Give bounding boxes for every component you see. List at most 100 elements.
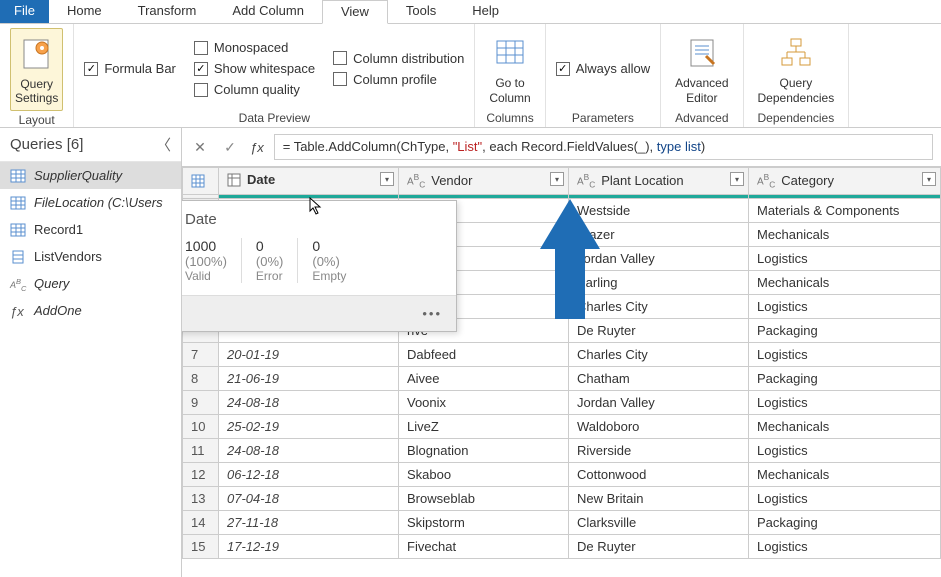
cell-plant-location[interactable]: New Britain (569, 486, 749, 510)
cell-plant-location[interactable]: Frazer (569, 222, 749, 246)
menu-tools[interactable]: Tools (388, 0, 454, 23)
query-item-listvendors[interactable]: ListVendors (0, 243, 181, 270)
cell-category[interactable]: Logistics (749, 390, 941, 414)
cell-date[interactable]: 06-12-18 (219, 462, 399, 486)
formula-input[interactable]: = Table.AddColumn(ChType, "List", each R… (274, 134, 933, 160)
check-formula-bar[interactable]: ✓ Formula Bar (84, 61, 176, 76)
cell-category[interactable]: Materials & Components (749, 198, 941, 222)
column-header-category[interactable]: ABC Category ▾ (749, 168, 941, 195)
column-header-date[interactable]: Date ▾ (219, 168, 399, 195)
filter-dropdown-icon[interactable]: ▾ (730, 172, 744, 186)
cell-date[interactable]: 24-08-18 (219, 438, 399, 462)
table-row[interactable]: 1025-02-19LiveZWaldoboroMechanicals (183, 414, 941, 438)
table-row[interactable]: 1307-04-18BrowseblabNew BritainLogistics (183, 486, 941, 510)
cell-vendor[interactable]: Dabfeed (399, 342, 569, 366)
cell-plant-location[interactable]: Cottonwood (569, 462, 749, 486)
cell-plant-location[interactable]: Riverside (569, 438, 749, 462)
table-row[interactable]: 720-01-19DabfeedCharles CityLogistics (183, 342, 941, 366)
cell-date[interactable]: 27-11-18 (219, 510, 399, 534)
cell-plant-location[interactable]: Jordan Valley (569, 246, 749, 270)
cell-plant-location[interactable]: Westside (569, 198, 749, 222)
query-item-supplierquality[interactable]: SupplierQuality (0, 162, 181, 189)
cell-category[interactable]: Logistics (749, 342, 941, 366)
cell-vendor[interactable]: Browseblab (399, 486, 569, 510)
cell-date[interactable]: 24-08-18 (219, 390, 399, 414)
advanced-editor-button[interactable]: Advanced Editor (671, 30, 732, 107)
check-column-distribution[interactable]: Column distribution (333, 51, 464, 66)
cell-vendor[interactable]: Voonix (399, 390, 569, 414)
cell-category[interactable]: Mechanicals (749, 462, 941, 486)
cell-vendor[interactable]: Skipstorm (399, 510, 569, 534)
cell-category[interactable]: Packaging (749, 366, 941, 390)
table-row[interactable]: 924-08-18VoonixJordan ValleyLogistics (183, 390, 941, 414)
cell-date[interactable]: 25-02-19 (219, 414, 399, 438)
goto-column-button[interactable]: Go to Column (485, 30, 534, 107)
table-row[interactable]: 1517-12-19FivechatDe RuyterLogistics (183, 534, 941, 558)
check-column-profile[interactable]: Column profile (333, 72, 464, 87)
cell-vendor[interactable]: Fivechat (399, 534, 569, 558)
cell-category[interactable]: Packaging (749, 510, 941, 534)
cell-date[interactable]: 17-12-19 (219, 534, 399, 558)
cell-category[interactable]: Logistics (749, 438, 941, 462)
accept-formula-icon[interactable]: ✓ (220, 139, 240, 156)
cell-category[interactable]: Logistics (749, 486, 941, 510)
formula-text: type list (657, 139, 701, 154)
menu-help[interactable]: Help (454, 0, 517, 23)
filter-dropdown-icon[interactable]: ▾ (380, 172, 394, 186)
table-row[interactable]: 1124-08-18BlognationRiversideLogistics (183, 438, 941, 462)
query-item-query[interactable]: ABCQuery (0, 270, 181, 297)
cell-category[interactable]: Mechanicals (749, 270, 941, 294)
table-row[interactable]: 1206-12-18SkabooCottonwoodMechanicals (183, 462, 941, 486)
ribbon-group-layout: Query Settings Layout (0, 24, 74, 127)
cancel-formula-icon[interactable]: ✕ (190, 139, 210, 156)
cell-plant-location[interactable]: Chatham (569, 366, 749, 390)
cell-category[interactable]: Mechanicals (749, 222, 941, 246)
row-header-corner[interactable] (183, 168, 219, 195)
filter-dropdown-icon[interactable]: ▾ (550, 172, 564, 186)
query-item-addone[interactable]: ƒxAddOne (0, 297, 181, 324)
cell-plant-location[interactable]: Barling (569, 270, 749, 294)
query-settings-button[interactable]: Query Settings (10, 28, 63, 111)
cell-category[interactable]: Mechanicals (749, 414, 941, 438)
cell-plant-location[interactable]: Charles City (569, 294, 749, 318)
check-monospaced[interactable]: Monospaced (194, 40, 315, 55)
cell-date[interactable]: 07-04-18 (219, 486, 399, 510)
cell-date[interactable]: 20-01-19 (219, 342, 399, 366)
cell-vendor[interactable]: Blognation (399, 438, 569, 462)
popover-more-button[interactable]: ••• (182, 295, 456, 331)
column-header-vendor[interactable]: ABC Vendor ▾ (399, 168, 569, 195)
query-item-filelocation-c-users[interactable]: FileLocation (C:\Users (0, 189, 181, 216)
cell-category[interactable]: Logistics (749, 534, 941, 558)
cell-vendor[interactable]: Skaboo (399, 462, 569, 486)
cell-plant-location[interactable]: Clarksville (569, 510, 749, 534)
cell-category[interactable]: Logistics (749, 246, 941, 270)
cell-plant-location[interactable]: Waldoboro (569, 414, 749, 438)
table-row[interactable]: 1427-11-18SkipstormClarksvillePackaging (183, 510, 941, 534)
cell-plant-location[interactable]: De Ruyter (569, 318, 749, 342)
cell-plant-location[interactable]: Charles City (569, 342, 749, 366)
menu-view[interactable]: View (322, 0, 388, 24)
cell-category[interactable]: Logistics (749, 294, 941, 318)
query-item-record1[interactable]: Record1 (0, 216, 181, 243)
cell-vendor[interactable]: LiveZ (399, 414, 569, 438)
cell-date[interactable]: 21-06-19 (219, 366, 399, 390)
query-dependencies-button[interactable]: Query Dependencies (754, 30, 839, 107)
menu-home[interactable]: Home (49, 0, 120, 23)
check-label: Column distribution (353, 51, 464, 66)
collapse-pane-icon[interactable]: 〈 (156, 134, 171, 155)
filter-dropdown-icon[interactable]: ▾ (922, 172, 936, 186)
cell-category[interactable]: Packaging (749, 318, 941, 342)
menu-add-column[interactable]: Add Column (214, 0, 322, 23)
cell-plant-location[interactable]: Jordan Valley (569, 390, 749, 414)
check-column-quality[interactable]: Column quality (194, 82, 315, 97)
cell-plant-location[interactable]: De Ruyter (569, 534, 749, 558)
menu-file[interactable]: File (0, 0, 49, 23)
data-grid[interactable]: Date ▾ ABC Vendor ▾ (182, 167, 941, 577)
table-row[interactable]: 821-06-19AiveeChathamPackaging (183, 366, 941, 390)
check-always-allow[interactable]: ✓ Always allow (556, 61, 650, 76)
check-show-whitespace[interactable]: ✓ Show whitespace (194, 61, 315, 76)
column-header-plant-location[interactable]: ABC Plant Location ▾ (569, 168, 749, 195)
cell-vendor[interactable]: Aivee (399, 366, 569, 390)
menu-transform[interactable]: Transform (120, 0, 215, 23)
abc-type-icon: ABC (407, 172, 425, 189)
